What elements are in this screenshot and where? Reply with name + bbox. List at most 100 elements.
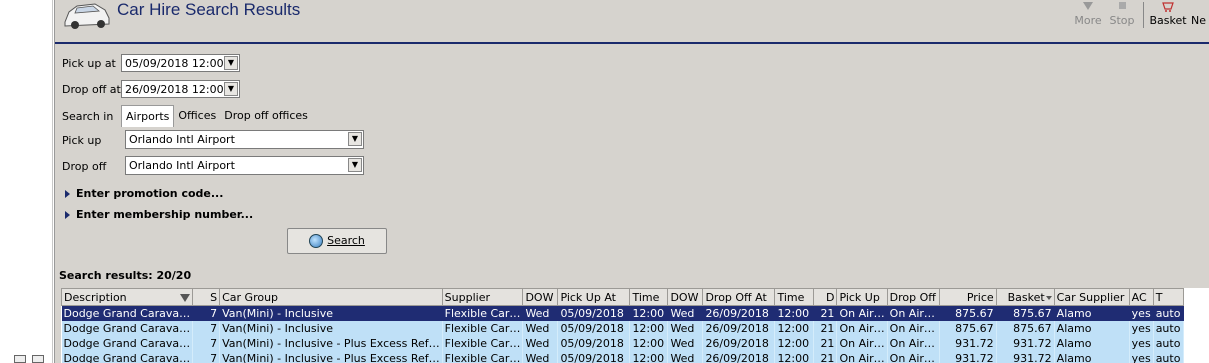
column-header[interactable]: Car Supplier xyxy=(1053,288,1130,306)
minimize-icon[interactable] xyxy=(14,355,26,363)
tab-airports[interactable]: Airports xyxy=(121,105,175,127)
table-cell: Wed xyxy=(522,305,559,321)
table-cell: 7 xyxy=(192,320,221,336)
column-header[interactable]: Supplier xyxy=(441,288,524,306)
stop-button[interactable]: Stop xyxy=(1108,0,1136,30)
pickup-at-dropdown-icon[interactable]: ▼ xyxy=(224,56,238,70)
pickup-at-field[interactable]: 05/09/2018 12:00 ▼ xyxy=(121,54,240,72)
pickup-at-value: 05/09/2018 12:00 xyxy=(125,57,224,70)
new-button[interactable]: Ne xyxy=(1191,0,1209,30)
table-cell: 931.72 xyxy=(939,350,997,363)
table-cell: 12:00 xyxy=(629,350,669,363)
column-header[interactable]: Time xyxy=(629,288,669,306)
search-in-label: Search in xyxy=(62,110,114,123)
column-header[interactable]: Basket xyxy=(995,288,1055,306)
basket-button[interactable]: Basket xyxy=(1149,0,1187,30)
expand-arrow-icon xyxy=(65,211,70,219)
column-header[interactable]: Drop Off At xyxy=(702,288,776,306)
column-header-label: Drop Off xyxy=(889,290,936,304)
table-cell: auto xyxy=(1153,305,1184,321)
table-cell: 12:00 xyxy=(774,305,815,321)
table-cell: auto xyxy=(1153,320,1184,336)
table-cell: Van(Mini) - Inclusive - Plus Excess Ref… xyxy=(219,350,443,363)
table-cell: 931.72 xyxy=(996,350,1055,363)
dropoff-at-value: 26/09/2018 12:00 xyxy=(125,83,224,96)
dropoff-label: Drop off xyxy=(62,160,107,173)
table-cell: Wed xyxy=(667,335,704,351)
dropoff-at-label: Drop off at xyxy=(62,83,121,96)
table-cell: Wed xyxy=(667,305,704,321)
column-header[interactable]: DOW xyxy=(522,288,559,306)
table-row[interactable]: Dodge Grand Carava… 7 Van(Mini) - Inclusiv… xyxy=(61,320,1184,336)
membership-number-expander[interactable]: Enter membership number... xyxy=(65,208,253,221)
table-row[interactable]: Dodge Grand Carava… 7 Van(Mini) - Inclusiv… xyxy=(61,305,1184,321)
search-button[interactable]: Search xyxy=(287,228,387,254)
table-cell: 7 xyxy=(192,305,221,321)
table-cell: Flexible Car… xyxy=(442,350,524,363)
promotion-code-label: Enter promotion code... xyxy=(76,187,224,200)
tab-offices[interactable]: Offices xyxy=(174,105,220,127)
tab-drop-off-offices[interactable]: Drop off offices xyxy=(220,105,312,127)
table-cell: 12:00 xyxy=(629,305,669,321)
table-cell: 7 xyxy=(192,350,221,363)
table-cell: 12:00 xyxy=(629,335,669,351)
column-header-label: Car Supplier xyxy=(1056,290,1125,304)
table-cell: 05/09/2018 xyxy=(557,320,631,336)
table-cell: 12:00 xyxy=(774,350,815,363)
pickup-value: Orlando Intl Airport xyxy=(129,133,235,146)
header-bar: Car Hire Search Results More Stop Basket… xyxy=(55,0,1209,44)
table-cell: 05/09/2018 xyxy=(557,335,631,351)
restore-icon[interactable] xyxy=(32,355,44,363)
column-header[interactable]: Pick Up At xyxy=(557,288,631,306)
window-controls xyxy=(14,355,44,363)
pickup-label: Pick up xyxy=(62,134,102,147)
results-grid[interactable]: Description S Car Group Supplier DOW Pick Up … xyxy=(61,288,1209,363)
search-icon xyxy=(309,234,324,248)
table-cell: On Air… xyxy=(836,335,888,351)
table-cell: 05/09/2018 xyxy=(557,350,631,363)
column-header-label: Pick Up At xyxy=(560,290,616,304)
table-cell: 12:00 xyxy=(774,335,815,351)
table-row[interactable]: Dodge Grand Carava… 7 Van(Mini) - Inclusiv… xyxy=(61,350,1184,363)
more-button[interactable]: More xyxy=(1073,0,1103,30)
filter-icon[interactable] xyxy=(180,293,191,302)
results-table: Description S Car Group Supplier DOW Pick Up … xyxy=(61,288,1184,363)
toolbar-separator xyxy=(1143,2,1144,28)
column-header[interactable]: Car Group xyxy=(219,288,443,306)
table-cell: Flexible Car… xyxy=(442,335,524,351)
table-cell: 875.67 xyxy=(996,305,1055,321)
dropoff-at-dropdown-icon[interactable]: ▼ xyxy=(224,82,238,96)
pickup-dropdown-icon[interactable]: ▼ xyxy=(348,132,362,146)
column-header-label: DOW xyxy=(525,290,554,304)
table-row[interactable]: Dodge Grand Carava… 7 Van(Mini) - Inclusiv… xyxy=(61,335,1184,351)
table-cell: yes xyxy=(1129,305,1154,321)
dropoff-select[interactable]: Orlando Intl Airport ▼ xyxy=(125,156,364,175)
column-header-label: Supplier xyxy=(444,290,490,304)
column-header[interactable]: S xyxy=(192,288,221,306)
column-header[interactable]: D xyxy=(813,288,838,306)
column-header[interactable]: Drop Off xyxy=(886,288,940,306)
pickup-at-label: Pick up at xyxy=(62,57,116,70)
table-cell: yes xyxy=(1129,335,1154,351)
column-header-label: Pick Up xyxy=(839,290,880,304)
dropoff-dropdown-icon[interactable]: ▼ xyxy=(348,158,362,172)
column-header[interactable]: AC xyxy=(1128,288,1154,306)
column-header-label: DOW xyxy=(670,290,699,304)
column-header[interactable]: Pick Up xyxy=(836,288,888,306)
sort-descending-icon xyxy=(1045,295,1052,300)
promotion-code-expander[interactable]: Enter promotion code... xyxy=(65,187,223,200)
search-button-label: Search xyxy=(327,234,365,247)
table-cell: Alamo xyxy=(1054,335,1130,351)
column-header[interactable]: Price xyxy=(938,288,997,306)
column-header[interactable]: Time xyxy=(774,288,815,306)
pickup-select[interactable]: Orlando Intl Airport ▼ xyxy=(125,130,364,149)
table-cell: 26/09/2018 xyxy=(702,350,776,363)
column-header[interactable]: T xyxy=(1152,288,1184,306)
column-header[interactable]: DOW xyxy=(667,288,704,306)
column-header[interactable]: Description xyxy=(61,288,194,306)
dropoff-at-field[interactable]: 26/09/2018 12:00 ▼ xyxy=(121,80,240,98)
table-cell: 931.72 xyxy=(996,335,1055,351)
column-header-label: T xyxy=(1155,290,1163,304)
car-icon xyxy=(64,3,110,29)
table-cell: Alamo xyxy=(1054,350,1130,363)
